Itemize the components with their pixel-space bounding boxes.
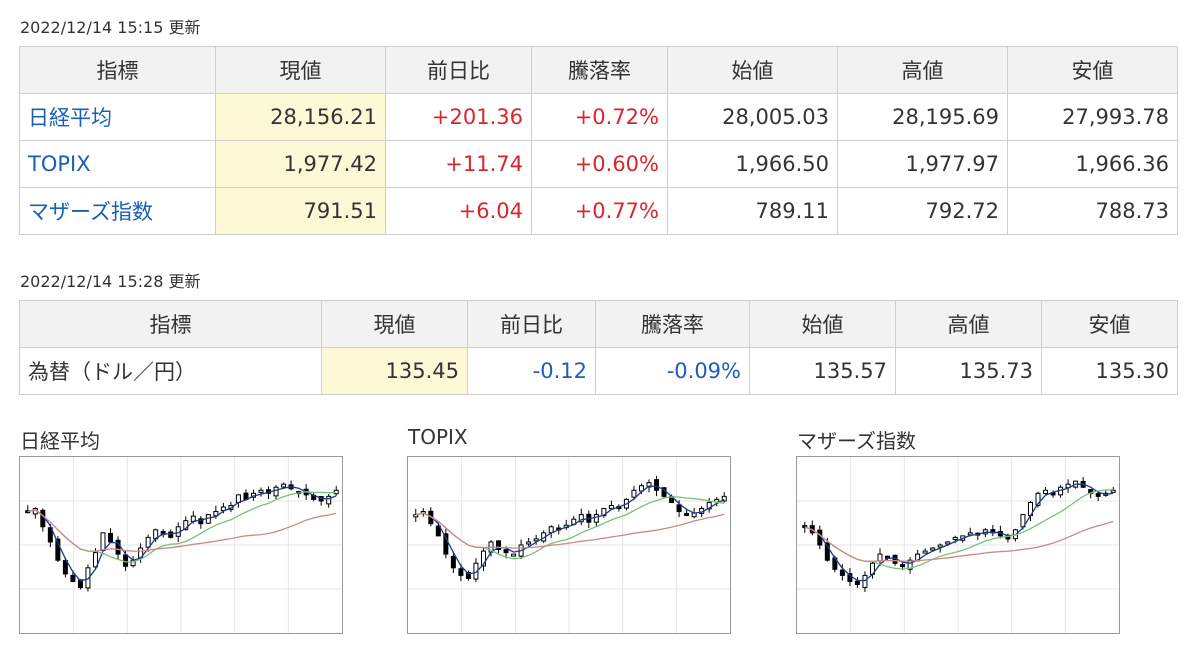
mothers-chart[interactable] xyxy=(796,456,1120,634)
col-header-high: 高値 xyxy=(837,46,1008,94)
candle-body xyxy=(123,554,129,567)
change-value: +6.04 xyxy=(385,187,532,235)
candle-body xyxy=(273,486,279,497)
col-header-change: 前日比 xyxy=(385,46,532,94)
candle-body xyxy=(526,541,532,545)
table-row: 日経平均 28,156.21 +201.36 +0.72% 28,005.03 … xyxy=(19,93,1178,141)
candle-body xyxy=(100,532,106,552)
candle-body xyxy=(593,514,599,523)
nikkei-link[interactable]: 日経平均 xyxy=(28,106,112,130)
chart-title-topix: TOPIX xyxy=(408,425,468,449)
col-header-current: 現値 xyxy=(321,300,468,348)
fx-table: 指標 現値 前日比 騰落率 始値 高値 安値 為替（ドル／円） 135.45 -… xyxy=(19,300,1178,395)
col-header-change: 前日比 xyxy=(467,300,596,348)
candle-body xyxy=(922,550,928,554)
open-value: 135.57 xyxy=(749,347,896,395)
candle-body xyxy=(450,556,456,569)
candle-body xyxy=(326,495,332,505)
candle-body xyxy=(1043,489,1049,495)
topix-link[interactable]: TOPIX xyxy=(28,152,91,176)
chart-title-mothers: マザーズ指数 xyxy=(797,429,916,453)
stock-index-table: 指標 現値 前日比 騰落率 始値 高値 安値 日経平均 28,156.21 +2… xyxy=(19,46,1178,235)
candle-body xyxy=(952,536,958,540)
index-name-cell: マザーズ指数 xyxy=(19,187,216,235)
candle-body xyxy=(62,559,68,575)
candle-body xyxy=(1110,489,1116,493)
mothers-link[interactable]: マザーズ指数 xyxy=(28,200,153,224)
candle-body xyxy=(839,569,845,576)
fx-updated-time: 2022/12/14 15:28 更新 xyxy=(20,272,201,291)
rate-value: +0.77% xyxy=(531,187,668,235)
candle-body xyxy=(631,489,637,498)
candle-body xyxy=(676,504,682,513)
candle-body xyxy=(967,532,973,536)
candle-body xyxy=(854,580,860,586)
table-row: 為替（ドル／円） 135.45 -0.12 -0.09% 135.57 135.… xyxy=(19,347,1178,395)
candle-body xyxy=(511,553,517,557)
candle-body xyxy=(1095,493,1101,497)
col-header-current: 現値 xyxy=(215,46,386,94)
change-value: +11.74 xyxy=(385,140,532,188)
current-value: 28,156.21 xyxy=(215,93,386,141)
index-name-cell: TOPIX xyxy=(19,140,216,188)
col-header-rate: 騰落率 xyxy=(595,300,750,348)
col-header-high: 高値 xyxy=(895,300,1042,348)
candle-body xyxy=(608,504,614,510)
low-value: 135.30 xyxy=(1041,347,1178,395)
candle-body xyxy=(877,553,883,562)
open-value: 28,005.03 xyxy=(667,93,838,141)
candle-body xyxy=(900,564,906,568)
col-header-low: 安値 xyxy=(1007,46,1178,94)
candle-body xyxy=(281,483,287,488)
nikkei-candlestick-chart xyxy=(20,457,342,633)
table-header-row: 指標 現値 前日比 騰落率 始値 高値 安値 xyxy=(19,46,1178,94)
topix-candlestick-chart xyxy=(408,457,730,633)
low-value: 788.73 xyxy=(1007,187,1178,235)
candle-body xyxy=(168,531,174,538)
candle-body xyxy=(654,479,660,491)
candle-body xyxy=(70,574,76,582)
chart-title-nikkei: 日経平均 xyxy=(20,429,100,453)
table-row: TOPIX 1,977.42 +11.74 +0.60% 1,966.50 1,… xyxy=(19,140,1178,188)
candle-body xyxy=(458,568,464,576)
change-value: +201.36 xyxy=(385,93,532,141)
fx-name: 為替（ドル／円） xyxy=(19,347,322,395)
index-name-cell: 日経平均 xyxy=(19,93,216,141)
rate-value: -0.09% xyxy=(595,347,750,395)
col-header-low: 安値 xyxy=(1041,300,1178,348)
rate-value: +0.72% xyxy=(531,93,668,141)
rate-value: +0.60% xyxy=(531,140,668,188)
nikkei-chart[interactable] xyxy=(19,456,343,634)
low-value: 27,993.78 xyxy=(1007,93,1178,141)
low-value: 1,966.36 xyxy=(1007,140,1178,188)
change-value: -0.12 xyxy=(467,347,596,395)
col-header-open: 始値 xyxy=(667,46,838,94)
high-value: 1,977.97 xyxy=(837,140,1008,188)
mothers-candlestick-chart xyxy=(797,457,1119,633)
col-header-open: 始値 xyxy=(749,300,896,348)
col-header-index: 指標 xyxy=(19,46,216,94)
col-header-index: 指標 xyxy=(19,300,322,348)
candle-body xyxy=(862,574,868,588)
topix-chart[interactable] xyxy=(407,456,731,634)
stocks-updated-time: 2022/12/14 15:15 更新 xyxy=(20,18,201,37)
candle-body xyxy=(930,547,936,551)
candle-body xyxy=(108,532,114,543)
current-value: 1,977.42 xyxy=(215,140,386,188)
candle-body xyxy=(684,512,690,516)
current-value: 135.45 xyxy=(321,347,468,395)
high-value: 135.73 xyxy=(895,347,1042,395)
candle-body xyxy=(258,489,264,493)
col-header-rate: 騰落率 xyxy=(531,46,668,94)
current-value: 791.51 xyxy=(215,187,386,235)
candle-body xyxy=(937,544,943,548)
high-value: 792.72 xyxy=(837,187,1008,235)
table-header-row: 指標 現値 前日比 騰落率 始値 高値 安値 xyxy=(19,300,1178,348)
high-value: 28,195.69 xyxy=(837,93,1008,141)
table-row: マザーズ指数 791.51 +6.04 +0.77% 789.11 792.72… xyxy=(19,187,1178,235)
candle-body xyxy=(503,549,509,554)
open-value: 789.11 xyxy=(667,187,838,235)
open-value: 1,966.50 xyxy=(667,140,838,188)
